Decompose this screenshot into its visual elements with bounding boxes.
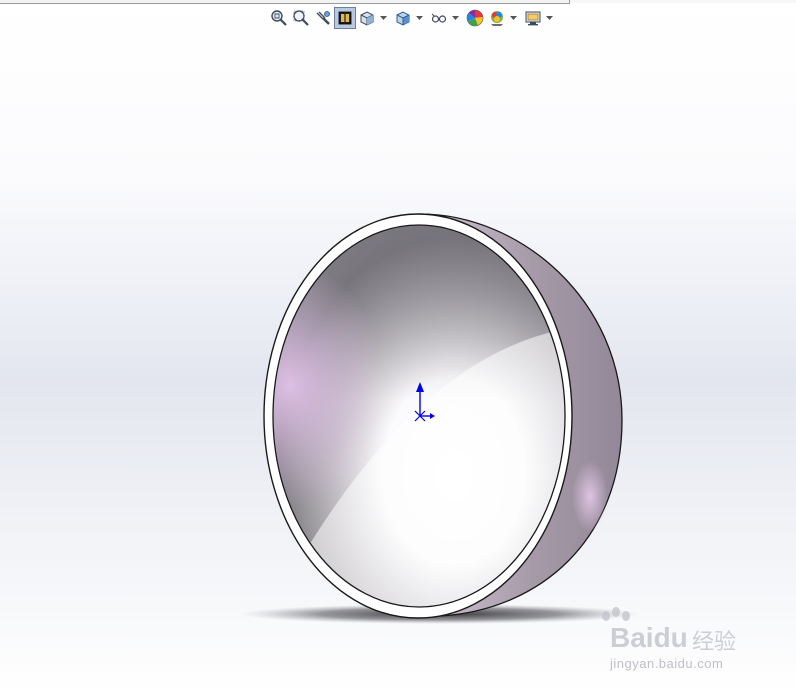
part-model[interactable] [0, 0, 796, 694]
graphics-area[interactable]: Baidu 经验 jingyan.baidu.com [0, 0, 796, 694]
watermark: Baidu 经验 jingyan.baidu.com [588, 606, 758, 686]
watermark-brand: Baidu [610, 622, 688, 653]
watermark-cn-text: 经验 [692, 630, 737, 655]
watermark-url: jingyan.baidu.com [610, 656, 724, 671]
